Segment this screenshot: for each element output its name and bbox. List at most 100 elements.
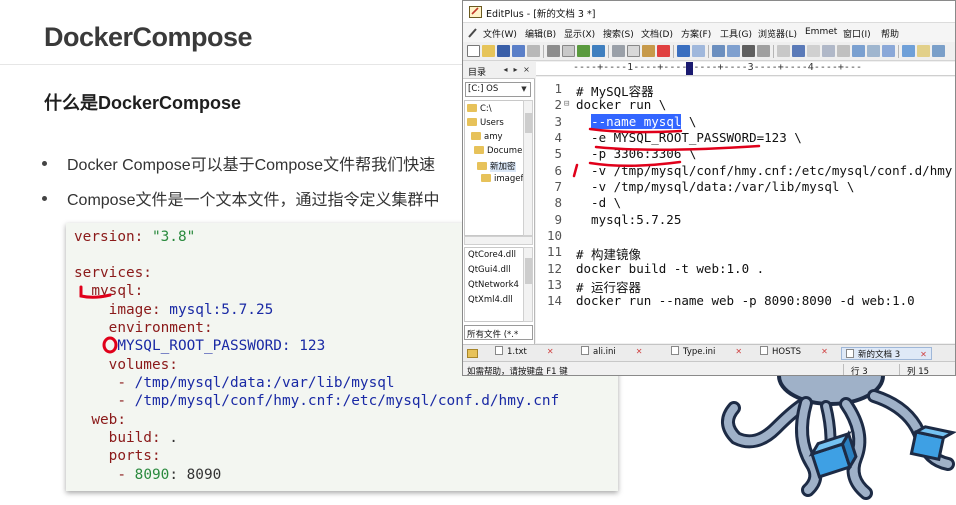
code-line[interactable]: -v /tmp/mysql/data:/var/lib/mysql \: [576, 179, 854, 194]
toolbar-separator: [543, 45, 544, 58]
indent-icon[interactable]: [757, 45, 770, 57]
document-tab[interactable]: ali.ini ✕: [581, 346, 643, 360]
folder-tree-scrollbar[interactable]: [523, 100, 533, 236]
panel-next-icon[interactable]: ▸: [511, 65, 520, 75]
file-type-filter-select[interactable]: 所有文件 (*.*: [464, 325, 533, 340]
folder-icon[interactable]: [467, 348, 478, 358]
directory-window-icon[interactable]: [852, 45, 865, 57]
cliptext-icon[interactable]: [882, 45, 895, 57]
code-line[interactable]: docker run --name web -p 8090:8090 -d we…: [576, 293, 915, 308]
undo-icon[interactable]: [677, 45, 690, 57]
document-tab[interactable]: 1.txt ✕: [495, 346, 554, 360]
menu-emmet[interactable]: Emmet: [805, 27, 837, 37]
line-number: 2: [554, 97, 562, 112]
scrollbar-thumb[interactable]: [525, 113, 532, 133]
file-list-item[interactable]: QtXml4.dll: [468, 295, 513, 305]
new-file-icon[interactable]: [467, 45, 480, 57]
menu-project[interactable]: 方案(F): [681, 27, 711, 40]
save-all-icon[interactable]: [512, 45, 525, 57]
ruler-cursor-marker: [686, 62, 693, 75]
line-number: 10: [546, 228, 562, 243]
pen-icon[interactable]: [468, 27, 478, 38]
tree-item-selected[interactable]: 新加密: [477, 160, 516, 172]
menu-tools[interactable]: 工具(G): [720, 27, 752, 40]
tree-item[interactable]: C:\: [467, 103, 492, 114]
close-icon[interactable]: ✕: [821, 347, 828, 356]
status-bar: 如需帮助，请按键盘 F1 键 行 3 列 15: [463, 361, 955, 375]
replace-icon[interactable]: [727, 45, 740, 57]
tree-item[interactable]: imagefor: [481, 173, 523, 184]
close-icon[interactable]: ✕: [920, 350, 927, 359]
window-titlebar[interactable]: EditPlus - [新的文档 3 *]: [463, 1, 955, 23]
document-tab-active[interactable]: 新的文档 3 ✕: [841, 347, 932, 360]
document-tab[interactable]: Type.ini ✕: [671, 346, 742, 360]
copy-icon[interactable]: [627, 45, 640, 57]
cut-icon[interactable]: [612, 45, 625, 57]
yaml-line: services:: [74, 265, 152, 281]
code-line[interactable]: mysql:5.7.25: [576, 212, 681, 227]
column-select-icon[interactable]: [822, 45, 835, 57]
menu-help[interactable]: 帮助: [881, 27, 899, 40]
menu-browser[interactable]: 浏览器(L): [758, 27, 797, 40]
output-window-icon[interactable]: [867, 45, 880, 57]
code-line[interactable]: -d \: [576, 195, 621, 210]
close-icon[interactable]: ✕: [636, 347, 643, 356]
file-list-scrollbar[interactable]: [523, 247, 533, 322]
tile-window-icon[interactable]: [917, 45, 930, 57]
folder-icon: [467, 103, 477, 112]
browser-icon[interactable]: [592, 45, 605, 57]
menu-search[interactable]: 搜索(S): [603, 27, 634, 40]
menu-window[interactable]: 窗口(I): [843, 27, 871, 40]
code-line[interactable]: docker run \: [576, 97, 666, 112]
tree-item[interactable]: Users: [467, 117, 504, 128]
editplus-window[interactable]: EditPlus - [新的文档 3 *] 文件(W) 编辑(B) 显示(X) …: [462, 0, 956, 376]
close-icon[interactable]: ✕: [547, 347, 554, 356]
menu-file[interactable]: 文件(W): [483, 27, 517, 40]
close-icon[interactable]: ✕: [735, 347, 742, 356]
menu-edit[interactable]: 编辑(B): [525, 27, 556, 40]
line-number-icon[interactable]: [807, 45, 820, 57]
file-list-item[interactable]: QtGui4.dll: [468, 265, 511, 275]
settings-icon[interactable]: [902, 45, 915, 57]
tree-item[interactable]: Document: [474, 145, 523, 156]
redo-icon[interactable]: [692, 45, 705, 57]
drive-select[interactable]: [C:] OS ▼: [465, 82, 531, 97]
fold-toggle-icon[interactable]: ⊟: [564, 99, 569, 109]
folder-tree-hscrollbar[interactable]: [464, 236, 533, 245]
line-number: 11: [546, 244, 562, 259]
word-wrap-icon[interactable]: [777, 45, 790, 57]
print-preview-icon[interactable]: [562, 45, 575, 57]
bullet-item: Docker Compose可以基于Compose文件帮我们快速: [42, 151, 435, 175]
goto-line-icon[interactable]: [742, 45, 755, 57]
panel-close-icon[interactable]: ×: [522, 65, 531, 75]
open-folder-icon[interactable]: [482, 45, 495, 57]
paste-icon[interactable]: [642, 45, 655, 57]
menu-view[interactable]: 显示(X): [564, 27, 595, 40]
folder-icon: [474, 145, 484, 154]
chevron-down-icon[interactable]: ▼: [519, 84, 529, 95]
scrollbar-thumb[interactable]: [525, 258, 532, 284]
yaml-line: web:: [74, 412, 126, 428]
file-list-item[interactable]: QtCore4.dll: [468, 250, 516, 260]
fullscreen-icon[interactable]: [837, 45, 850, 57]
cascade-window-icon[interactable]: [932, 45, 945, 57]
save-icon[interactable]: [497, 45, 510, 57]
find-icon[interactable]: [712, 45, 725, 57]
code-line[interactable]: docker build -t web:1.0 .: [576, 261, 764, 276]
panel-prev-icon[interactable]: ◂: [501, 65, 510, 75]
toolbar: [463, 42, 955, 61]
delete-icon[interactable]: [657, 45, 670, 57]
tree-item[interactable]: amy: [471, 131, 503, 142]
find-in-files-icon[interactable]: [527, 45, 540, 57]
menu-document[interactable]: 文档(D): [641, 27, 673, 40]
spellcheck-icon[interactable]: [577, 45, 590, 57]
code-editor[interactable]: 1 # MySQL容器 2 ⊟ docker run \ 3 --name my…: [536, 77, 955, 343]
toolbar-separator: [773, 45, 774, 58]
document-tab[interactable]: HOSTS ✕: [760, 346, 828, 360]
file-list-item[interactable]: QtNetwork4: [468, 280, 519, 290]
menu-bar: 文件(W) 编辑(B) 显示(X) 搜索(S) 文档(D) 方案(F) 工具(G…: [463, 23, 955, 42]
print-icon[interactable]: [547, 45, 560, 57]
file-icon: [760, 346, 768, 355]
ruler-toggle-icon[interactable]: [792, 45, 805, 57]
annotation-underline-port: [588, 160, 682, 167]
